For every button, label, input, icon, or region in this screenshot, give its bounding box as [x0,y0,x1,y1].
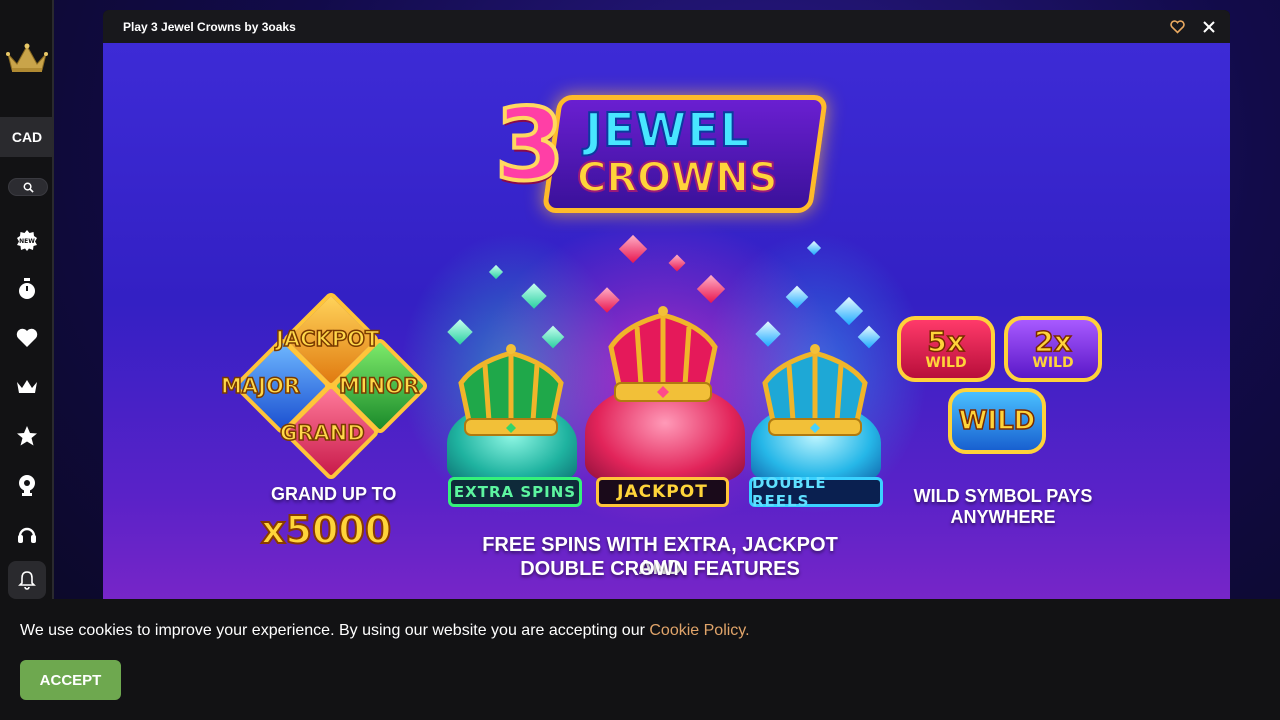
gem-decoration [785,285,809,309]
close-icon [1203,20,1215,33]
accept-cookies-button[interactable]: ACCEPT [20,660,121,700]
gem-decoration [668,254,686,272]
jackpot-tier-minor: MINOR [338,373,420,399]
live-nav[interactable] [14,276,40,302]
new-games-nav[interactable]: NEW [14,227,40,253]
cookie-message: We use cookies to improve your experienc… [20,622,750,640]
crown-blue [759,343,871,448]
feature-extra-spins: EXTRA SPINS [448,477,582,507]
gem-decoration [618,234,648,264]
game-titlebar: Play 3 Jewel Crowns by 3oaks [103,10,1230,43]
gem-decoration [447,319,473,345]
grand-caption: GRAND UP TO [271,484,397,504]
search-icon [23,182,34,193]
crown-green [455,343,567,448]
grand-multiplier: x5000 [260,507,392,553]
crown-icon [17,380,37,393]
wild-5x: 5x WILD [897,316,995,382]
wild-plain: WILD [948,388,1046,454]
star-icon [17,426,37,446]
title-word-crowns: CROWNS [576,154,779,202]
feature-double-reels: DOUBLE REELS [749,474,883,510]
wild-5x-multiplier: 5x [926,325,965,358]
wild-5x-label: WILD [925,355,967,371]
gem-decoration [696,274,726,304]
feature-jackpot: JACKPOT [596,477,729,507]
title-word-jewel: JEWEL [584,102,751,158]
wild-2x-label: WILD [1032,355,1074,371]
stopwatch-icon [19,278,35,299]
new-badge-icon: NEW [17,230,37,251]
wild-caption-line1: WILD SYMBOL PAYS [913,486,1093,506]
game-splash[interactable]: 3 JEWEL CROWNS JACKPOT MAJOR MINOR GRAND… [103,43,1230,610]
wild-caption-line2: ANYWHERE [950,507,1056,527]
cookie-policy-link[interactable]: Cookie Policy. [649,622,749,639]
notifications-button[interactable] [8,561,46,599]
wild-2x: 2x WILD [1004,316,1102,382]
search-button[interactable] [8,178,48,196]
crown-logo-icon[interactable] [6,40,48,76]
game-window: Play 3 Jewel Crowns by 3oaks 3 JEWEL CRO… [103,10,1230,610]
tournaments-nav[interactable] [14,472,40,498]
favorites-nav[interactable] [14,325,40,351]
jackpot-tier-jackpot: JACKPOT [275,326,380,352]
headset-icon [18,527,36,543]
gem-decoration [834,296,864,326]
heart-outline-icon [1169,19,1185,34]
jackpot-tier-grand: GRAND [279,420,365,446]
trophy-icon [19,475,35,496]
heart-icon [16,328,38,347]
crown-pink [605,305,721,414]
gem-decoration [806,240,822,256]
gem-decoration [488,264,504,280]
currency-selector[interactable]: CAD [0,117,54,157]
vip-nav[interactable] [14,374,40,400]
wild-2x-multiplier: 2x [1033,325,1072,358]
support-nav[interactable] [14,521,40,547]
favorite-button[interactable] [1168,18,1186,36]
bell-icon [18,571,36,590]
cookie-banner: We use cookies to improve your experienc… [0,599,1280,720]
free-spins-caption-line2: DOUBLE CROWN FEATURES [520,558,800,580]
game-window-title: Play 3 Jewel Crowns by 3oaks [123,19,296,34]
title-number: 3 [493,86,567,203]
gem-decoration [521,283,547,309]
cookie-message-text: We use cookies to improve your experienc… [20,622,650,639]
popular-nav[interactable] [14,423,40,449]
wild-plain-label: WILD [958,405,1036,437]
svg-text:NEW: NEW [19,238,35,245]
close-button[interactable] [1200,18,1218,36]
jackpot-tier-major: MAJOR [220,373,301,399]
